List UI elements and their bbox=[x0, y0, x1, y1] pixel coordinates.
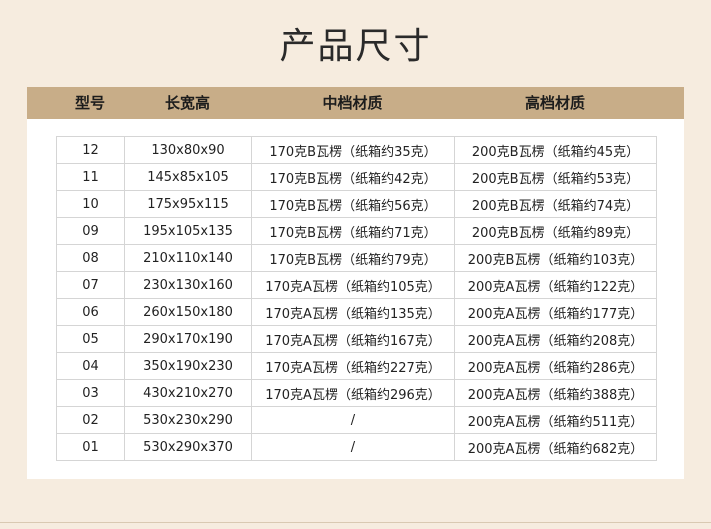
header-dimensions: 长宽高 bbox=[164, 94, 210, 112]
cell-mid-grade: 170克A瓦楞（纸箱约296克） bbox=[251, 379, 455, 407]
cell-model: 08 bbox=[56, 244, 125, 272]
cell-mid-grade: 170克A瓦楞（纸箱约167克） bbox=[251, 325, 455, 353]
table-header-bar: 型号 长宽高 中档材质 高档材质 bbox=[27, 87, 684, 119]
cell-dimensions: 130x80x90 bbox=[124, 136, 252, 164]
cell-model: 03 bbox=[56, 379, 125, 407]
cell-dimensions: 290x170x190 bbox=[124, 325, 252, 353]
table-row: 09 195x105x135 170克B瓦楞（纸箱约71克） 200克B瓦楞（纸… bbox=[56, 217, 657, 245]
cell-mid-grade: 170克B瓦楞（纸箱约56克） bbox=[251, 190, 455, 218]
cell-dimensions: 145x85x105 bbox=[124, 163, 252, 191]
cell-dimensions: 230x130x160 bbox=[124, 271, 252, 299]
cell-dimensions: 195x105x135 bbox=[124, 217, 252, 245]
size-table-body: 12 130x80x90 170克B瓦楞（纸箱约35克） 200克B瓦楞（纸箱约… bbox=[56, 136, 657, 461]
cell-dimensions: 530x290x370 bbox=[124, 433, 252, 461]
cell-model: 07 bbox=[56, 271, 125, 299]
cell-mid-grade: 170克A瓦楞（纸箱约227克） bbox=[251, 352, 455, 380]
cell-model: 09 bbox=[56, 217, 125, 245]
cell-high-grade: 200克B瓦楞（纸箱约53克） bbox=[454, 163, 657, 191]
cell-model: 04 bbox=[56, 352, 125, 380]
bottom-divider bbox=[0, 522, 711, 523]
size-table: 12 130x80x90 170克B瓦楞（纸箱约35克） 200克B瓦楞（纸箱约… bbox=[56, 136, 657, 461]
table-row: 07 230x130x160 170克A瓦楞（纸箱约105克） 200克A瓦楞（… bbox=[56, 271, 657, 299]
table-row: 05 290x170x190 170克A瓦楞（纸箱约167克） 200克A瓦楞（… bbox=[56, 325, 657, 353]
size-table-card: 12 130x80x90 170克B瓦楞（纸箱约35克） 200克B瓦楞（纸箱约… bbox=[27, 119, 684, 479]
cell-high-grade: 200克A瓦楞（纸箱约511克） bbox=[454, 406, 657, 434]
cell-model: 12 bbox=[56, 136, 125, 164]
cell-mid-grade: / bbox=[251, 406, 455, 434]
cell-mid-grade: 170克B瓦楞（纸箱约71克） bbox=[251, 217, 455, 245]
table-row: 03 430x210x270 170克A瓦楞（纸箱约296克） 200克A瓦楞（… bbox=[56, 379, 657, 407]
cell-dimensions: 350x190x230 bbox=[124, 352, 252, 380]
cell-dimensions: 530x230x290 bbox=[124, 406, 252, 434]
table-row: 12 130x80x90 170克B瓦楞（纸箱约35克） 200克B瓦楞（纸箱约… bbox=[56, 136, 657, 164]
cell-high-grade: 200克B瓦楞（纸箱约103克） bbox=[454, 244, 657, 272]
cell-dimensions: 175x95x115 bbox=[124, 190, 252, 218]
cell-mid-grade: 170克A瓦楞（纸箱约105克） bbox=[251, 271, 455, 299]
cell-dimensions: 210x110x140 bbox=[124, 244, 252, 272]
table-row: 08 210x110x140 170克B瓦楞（纸箱约79克） 200克B瓦楞（纸… bbox=[56, 244, 657, 272]
cell-model: 06 bbox=[56, 298, 125, 326]
header-model: 型号 bbox=[74, 94, 105, 112]
cell-model: 02 bbox=[56, 406, 125, 434]
table-row: 04 350x190x230 170克A瓦楞（纸箱约227克） 200克A瓦楞（… bbox=[56, 352, 657, 380]
cell-model: 11 bbox=[56, 163, 125, 191]
header-high-grade-material: 高档材质 bbox=[524, 94, 585, 112]
table-row: 06 260x150x180 170克A瓦楞（纸箱约135克） 200克A瓦楞（… bbox=[56, 298, 657, 326]
cell-high-grade: 200克A瓦楞（纸箱约208克） bbox=[454, 325, 657, 353]
cell-mid-grade: 170克A瓦楞（纸箱约135克） bbox=[251, 298, 455, 326]
cell-high-grade: 200克B瓦楞（纸箱约89克） bbox=[454, 217, 657, 245]
cell-mid-grade: 170克B瓦楞（纸箱约42克） bbox=[251, 163, 455, 191]
cell-high-grade: 200克A瓦楞（纸箱约122克） bbox=[454, 271, 657, 299]
cell-high-grade: 200克A瓦楞（纸箱约286克） bbox=[454, 352, 657, 380]
page-title: 产品尺寸 bbox=[279, 26, 432, 67]
table-row: 02 530x230x290 / 200克A瓦楞（纸箱约511克） bbox=[56, 406, 657, 434]
cell-mid-grade: 170克B瓦楞（纸箱约79克） bbox=[251, 244, 455, 272]
cell-high-grade: 200克A瓦楞（纸箱约388克） bbox=[454, 379, 657, 407]
cell-high-grade: 200克A瓦楞（纸箱约177克） bbox=[454, 298, 657, 326]
header-mid-grade-material: 中档材质 bbox=[322, 94, 383, 112]
cell-model: 05 bbox=[56, 325, 125, 353]
cell-model: 10 bbox=[56, 190, 125, 218]
table-row: 01 530x290x370 / 200克A瓦楞（纸箱约682克） bbox=[56, 433, 657, 461]
cell-dimensions: 430x210x270 bbox=[124, 379, 252, 407]
cell-high-grade: 200克B瓦楞（纸箱约45克） bbox=[454, 136, 657, 164]
cell-mid-grade: / bbox=[251, 433, 455, 461]
cell-mid-grade: 170克B瓦楞（纸箱约35克） bbox=[251, 136, 455, 164]
cell-high-grade: 200克B瓦楞（纸箱约74克） bbox=[454, 190, 657, 218]
table-row: 11 145x85x105 170克B瓦楞（纸箱约42克） 200克B瓦楞（纸箱… bbox=[56, 163, 657, 191]
cell-dimensions: 260x150x180 bbox=[124, 298, 252, 326]
cell-model: 01 bbox=[56, 433, 125, 461]
cell-high-grade: 200克A瓦楞（纸箱约682克） bbox=[454, 433, 657, 461]
table-row: 10 175x95x115 170克B瓦楞（纸箱约56克） 200克B瓦楞（纸箱… bbox=[56, 190, 657, 218]
